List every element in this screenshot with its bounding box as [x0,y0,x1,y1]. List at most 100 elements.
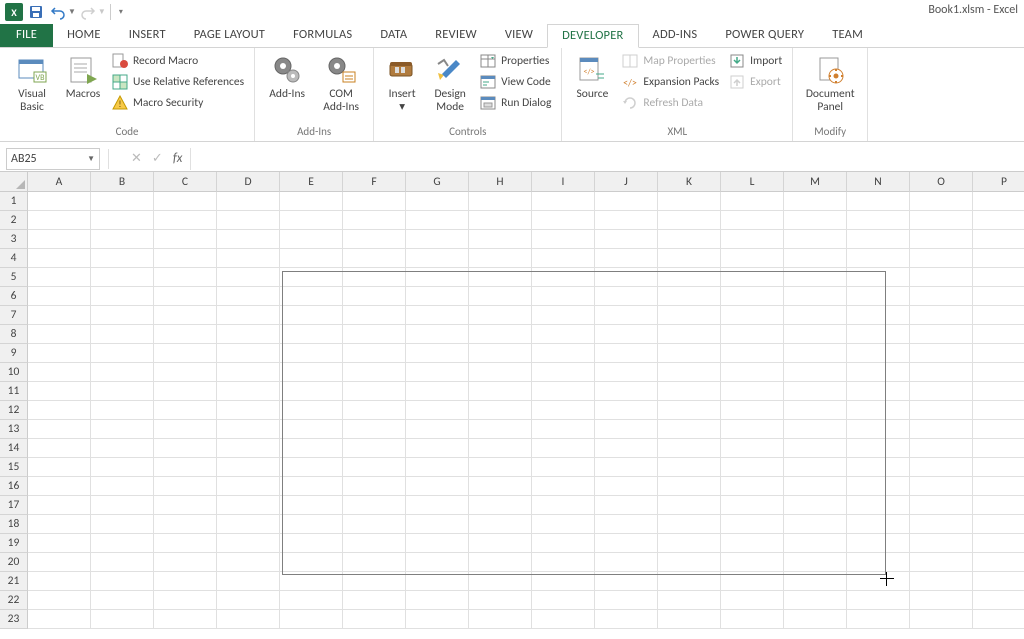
column-header[interactable]: J [595,172,658,192]
cell[interactable] [910,268,973,287]
cell[interactable] [343,344,406,363]
cell[interactable] [721,401,784,420]
cell[interactable] [343,268,406,287]
cell[interactable] [658,325,721,344]
cell[interactable] [532,515,595,534]
cell[interactable] [784,306,847,325]
cell[interactable] [658,306,721,325]
cell[interactable] [343,306,406,325]
cancel-icon[interactable]: ✕ [131,151,142,166]
insert-control-button[interactable]: Insert▾ [382,52,422,114]
cell[interactable] [280,591,343,610]
cell[interactable] [784,572,847,591]
cell[interactable] [532,420,595,439]
cell[interactable] [91,325,154,344]
cell[interactable] [280,553,343,572]
cell[interactable] [973,572,1024,591]
cell[interactable] [973,363,1024,382]
cell[interactable] [721,553,784,572]
cell[interactable] [532,230,595,249]
save-icon[interactable] [26,2,46,22]
cell[interactable] [469,591,532,610]
row-header[interactable]: 21 [0,572,28,591]
cell[interactable] [217,192,280,211]
cell[interactable] [910,325,973,344]
cell[interactable] [28,553,91,572]
cell[interactable] [154,306,217,325]
cell[interactable] [28,515,91,534]
cell[interactable] [280,344,343,363]
cell[interactable] [658,211,721,230]
cell[interactable] [532,363,595,382]
cell[interactable] [280,192,343,211]
cells-area[interactable] [28,192,1024,629]
cell[interactable] [28,306,91,325]
macro-security-button[interactable]: ! Macro Security [110,94,246,112]
namebox-dropdown-icon[interactable]: ▼ [87,154,95,164]
tab-home[interactable]: HOME [53,24,115,47]
cell[interactable] [469,382,532,401]
cell[interactable] [910,192,973,211]
cell[interactable] [469,458,532,477]
cell[interactable] [658,610,721,629]
cell[interactable] [154,610,217,629]
cell[interactable] [28,325,91,344]
cell[interactable] [154,477,217,496]
cell[interactable] [658,382,721,401]
cell[interactable] [217,610,280,629]
cell[interactable] [910,496,973,515]
cell[interactable] [658,230,721,249]
spreadsheet-grid[interactable]: ABCDEFGHIJKLMNOP 12345678910111213141516… [0,172,1024,639]
cell[interactable] [532,268,595,287]
cell[interactable] [343,610,406,629]
cell[interactable] [154,553,217,572]
row-header[interactable]: 4 [0,249,28,268]
cell[interactable] [910,211,973,230]
cell[interactable] [280,477,343,496]
cell[interactable] [469,325,532,344]
cell[interactable] [973,211,1024,230]
undo-icon[interactable] [48,2,68,22]
cell[interactable] [91,306,154,325]
cell[interactable] [217,306,280,325]
cell[interactable] [406,211,469,230]
cell[interactable] [469,249,532,268]
cell[interactable] [343,382,406,401]
tab-formulas[interactable]: FORMULAS [279,24,366,47]
cell[interactable] [91,496,154,515]
cell[interactable] [721,363,784,382]
cell[interactable] [595,477,658,496]
cell[interactable] [784,192,847,211]
cell[interactable] [28,439,91,458]
cell[interactable] [973,401,1024,420]
cell[interactable] [91,515,154,534]
tab-power-query[interactable]: POWER QUERY [711,24,818,47]
cell[interactable] [217,249,280,268]
cell[interactable] [406,382,469,401]
cell[interactable] [910,477,973,496]
cell[interactable] [154,211,217,230]
cell[interactable] [469,230,532,249]
cell[interactable] [343,420,406,439]
cell[interactable] [973,344,1024,363]
cell[interactable] [91,534,154,553]
cell[interactable] [406,458,469,477]
cell[interactable] [532,401,595,420]
select-all-corner[interactable] [0,172,28,192]
cell[interactable] [784,439,847,458]
cell[interactable] [595,439,658,458]
cell[interactable] [847,591,910,610]
cell[interactable] [91,477,154,496]
cell[interactable] [910,363,973,382]
cell[interactable] [469,401,532,420]
com-addins-button[interactable]: COM Add-Ins [317,52,365,114]
cell[interactable] [847,344,910,363]
cell[interactable] [154,268,217,287]
cell[interactable] [28,401,91,420]
cell[interactable] [28,249,91,268]
cell[interactable] [154,401,217,420]
row-header[interactable]: 20 [0,553,28,572]
cell[interactable] [343,458,406,477]
cell[interactable] [28,610,91,629]
cell[interactable] [406,553,469,572]
